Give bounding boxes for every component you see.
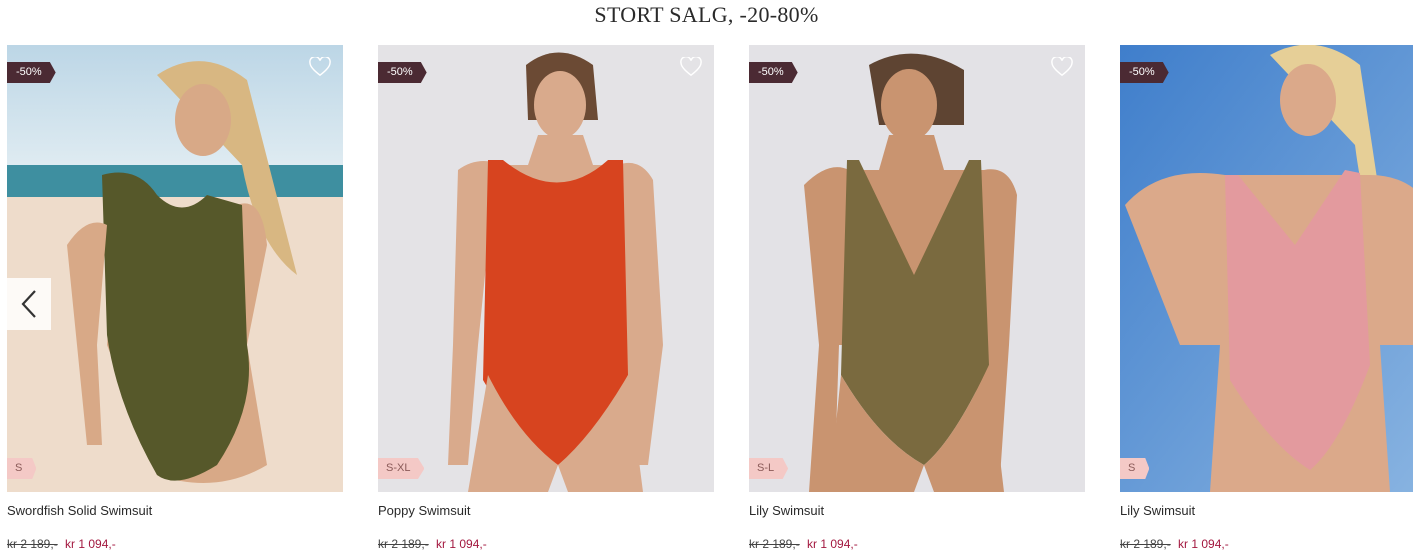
product-image[interactable]: -50% S [1120, 45, 1413, 492]
discount-badge: -50% [1120, 62, 1169, 83]
product-name[interactable]: Lily Swimsuit [1120, 503, 1195, 518]
size-badge: S-XL [378, 458, 425, 479]
size-badge: S-L [749, 458, 789, 479]
old-price: kr 2 189,- [1120, 537, 1171, 551]
product-name[interactable]: Poppy Swimsuit [378, 503, 470, 518]
sale-price: kr 1 094,- [436, 537, 487, 551]
product-card[interactable]: -50% S-XL Poppy Swimsuit kr 2 189,- kr 1… [378, 45, 714, 560]
discount-badge: -50% [749, 62, 798, 83]
price-row: kr 2 189,- kr 1 094,- [1120, 537, 1229, 551]
sale-price: kr 1 094,- [65, 537, 116, 551]
old-price: kr 2 189,- [7, 537, 58, 551]
old-price: kr 2 189,- [378, 537, 429, 551]
heart-outline-icon[interactable] [680, 57, 702, 77]
discount-badge: -50% [7, 62, 56, 83]
product-image[interactable]: -50% S-L [749, 45, 1085, 492]
product-photo [378, 45, 714, 492]
product-name[interactable]: Lily Swimsuit [749, 503, 824, 518]
product-photo [749, 45, 1085, 492]
product-image[interactable]: -50% S-XL [378, 45, 714, 492]
section-title: STORT SALG, -20-80% [594, 2, 819, 27]
sale-price: kr 1 094,- [1178, 537, 1229, 551]
size-badge: S [7, 458, 37, 479]
product-photo [1120, 45, 1413, 492]
product-image[interactable]: -50% S [7, 45, 343, 492]
carousel-prev-button[interactable] [7, 278, 51, 330]
heart-outline-icon[interactable] [309, 57, 331, 77]
product-card[interactable]: -50% S-L Lily Swimsuit kr 2 189,- kr 1 0… [749, 45, 1085, 560]
chevron-left-icon [21, 290, 36, 318]
sale-price: kr 1 094,- [807, 537, 858, 551]
price-row: kr 2 189,- kr 1 094,- [7, 537, 116, 551]
product-photo [7, 45, 343, 492]
product-card[interactable]: -50% S Lily Swimsuit kr 2 189,- kr 1 094… [1120, 45, 1413, 560]
product-card[interactable]: -50% S Swordfish Solid Swimsuit kr 2 189… [7, 45, 343, 560]
heart-outline-icon[interactable] [1051, 57, 1073, 77]
discount-badge: -50% [378, 62, 427, 83]
size-badge: S [1120, 458, 1150, 479]
price-row: kr 2 189,- kr 1 094,- [749, 537, 858, 551]
product-name[interactable]: Swordfish Solid Swimsuit [7, 503, 152, 518]
old-price: kr 2 189,- [749, 537, 800, 551]
price-row: kr 2 189,- kr 1 094,- [378, 537, 487, 551]
